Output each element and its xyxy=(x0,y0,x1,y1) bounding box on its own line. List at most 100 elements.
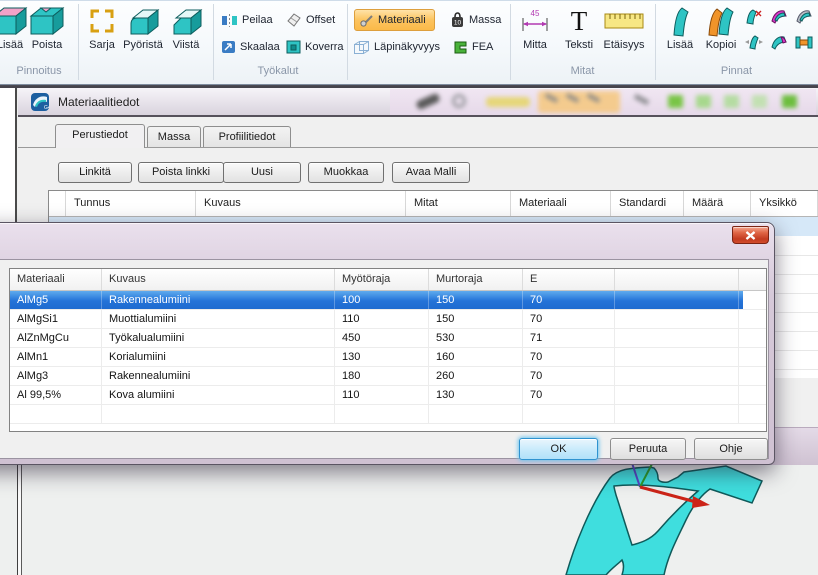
column-header-e[interactable]: E xyxy=(523,269,615,290)
cell-murtoraja: 530 xyxy=(429,329,523,347)
cell-e: 70 xyxy=(523,291,615,309)
cell-e: 71 xyxy=(523,329,615,347)
text-button[interactable]: T Teksti xyxy=(557,3,601,63)
surface-tools-row-2 xyxy=(744,33,818,51)
table-row[interactable]: AlMgSi1 Muottialumiini 110 150 70 xyxy=(10,310,766,329)
column-header-kuvaus[interactable]: Kuvaus xyxy=(102,269,335,290)
group-label-pinnat: Pinnat xyxy=(655,65,818,81)
column-header-materiaali[interactable]: Materiaali xyxy=(511,191,611,216)
cell-myotoraja: 180 xyxy=(335,367,429,385)
cell-e: 70 xyxy=(523,348,615,366)
surface-shell-icon[interactable] xyxy=(794,7,814,25)
scale-icon xyxy=(221,40,236,54)
concave-button[interactable]: Koverra xyxy=(286,37,344,57)
table-row-selected[interactable]: AlMg5 Rakennealumiini 100 150 70 xyxy=(10,291,766,310)
scale-button[interactable]: Skaalaa xyxy=(221,37,280,57)
cell-myotoraja: 110 xyxy=(335,386,429,404)
button-label: Koverra xyxy=(305,41,344,53)
open-model-button[interactable]: Avaa Malli xyxy=(392,162,470,183)
remove-coating-button[interactable]: Poista xyxy=(22,3,72,63)
link-button[interactable]: Linkitä xyxy=(58,162,132,183)
surface-shell-magenta-icon[interactable] xyxy=(769,7,789,25)
aero-glass-toolbar-reflection xyxy=(390,89,816,115)
column-header-standardi[interactable]: Standardi xyxy=(611,191,684,216)
tab-massa[interactable]: Massa xyxy=(147,126,201,147)
close-icon xyxy=(745,231,756,240)
surface-shell-2-icon[interactable] xyxy=(769,33,789,51)
column-header-tunnus[interactable]: Tunnus xyxy=(66,191,196,216)
table-row[interactable]: Al 99,5% Kova alumiini 110 130 70 xyxy=(10,386,766,405)
close-button[interactable] xyxy=(732,226,769,244)
window-edge xyxy=(0,84,818,88)
mirror-button[interactable]: Peilaa xyxy=(221,10,273,30)
surface-tools-row-1 xyxy=(744,7,818,25)
blurred-icon xyxy=(782,95,797,108)
add-surface-button[interactable]: Lisää xyxy=(660,3,700,63)
delete-surface-icon[interactable] xyxy=(744,7,764,25)
surface-icon xyxy=(660,3,700,39)
chamfer-button[interactable]: Viistä xyxy=(165,3,207,63)
column-header-myotoraja[interactable]: Myötöraja xyxy=(335,269,429,290)
table-row[interactable]: AlMn1 Korialumiini 130 160 70 xyxy=(10,348,766,367)
edit-button[interactable]: Muokkaa xyxy=(308,162,384,183)
button-label: Offset xyxy=(306,14,335,26)
cell-blank xyxy=(615,310,739,328)
material-table-header: Materiaali Kuvaus Myötöraja Murtoraja E xyxy=(10,269,766,291)
table-row-empty[interactable] xyxy=(10,405,766,424)
button-label: Kopioi xyxy=(698,39,744,51)
tab-profiilitiedot[interactable]: Profiilitiedot xyxy=(203,126,291,147)
column-header-materiaali[interactable]: Materiaali xyxy=(10,269,102,290)
move-surface-icon[interactable] xyxy=(744,33,764,51)
fea-button[interactable]: FEA xyxy=(453,37,493,57)
column-header-maara[interactable]: Määrä xyxy=(684,191,751,216)
cell-materiaali: Al 99,5% xyxy=(10,386,102,404)
table-row[interactable]: AlZnMgCu Työkalualumiini 450 530 71 xyxy=(10,329,766,348)
tab-perustiedot[interactable]: Perustiedot xyxy=(55,124,145,148)
button-label: Massa xyxy=(469,14,501,26)
chamfer-icon xyxy=(165,3,207,39)
button-label: Viistä xyxy=(165,39,207,51)
column-header-kuvaus[interactable]: Kuvaus xyxy=(196,191,406,216)
column-header-mitat[interactable]: Mitat xyxy=(406,191,511,216)
distance-button[interactable]: Etäisyys xyxy=(598,3,650,63)
table-row[interactable]: AlMg3 Rakennealumiini 180 260 70 xyxy=(10,367,766,386)
pattern-button[interactable]: Sarja xyxy=(82,3,122,63)
remove-coating-icon xyxy=(22,3,72,39)
cell-blank xyxy=(615,348,739,366)
material-table[interactable]: Materiaali Kuvaus Myötöraja Murtoraja E … xyxy=(9,268,767,432)
copy-surface-button[interactable]: Kopioi xyxy=(698,3,744,63)
cell-myotoraja: 130 xyxy=(335,348,429,366)
help-button[interactable]: Ohje xyxy=(694,438,768,460)
button-label: Lisää xyxy=(660,39,700,51)
modal-content: Materiaali Kuvaus Myötöraja Murtoraja E … xyxy=(0,259,769,459)
blurred-icon xyxy=(696,95,711,108)
cell-blank xyxy=(523,405,615,423)
remove-link-button[interactable]: Poista linkki xyxy=(138,162,224,183)
button-label: Etäisyys xyxy=(598,39,650,51)
pattern-icon xyxy=(82,3,122,39)
offset-button[interactable]: Offset xyxy=(287,10,335,30)
fillet-button[interactable]: Pyöristä xyxy=(120,3,166,63)
cell-materiaali: AlMg5 xyxy=(10,291,102,309)
column-header-yksikko[interactable]: Yksikkö xyxy=(751,191,818,216)
dimension-icon: 45 xyxy=(513,3,557,39)
new-button[interactable]: Uusi xyxy=(223,162,301,183)
ruler-icon xyxy=(598,3,650,39)
window-border-line xyxy=(21,465,22,575)
cad-part-3d-model[interactable] xyxy=(552,455,818,575)
tab-label: Profiilitiedot xyxy=(219,131,276,143)
group-label-pinnoitus: Pinnoitus xyxy=(0,65,78,81)
column-header-murtoraja[interactable]: Murtoraja xyxy=(429,269,523,290)
cancel-button[interactable]: Peruuta xyxy=(610,438,686,460)
blurred-icon xyxy=(668,95,683,108)
dialog-titlebar[interactable]: G4 Materiaalitiedot xyxy=(18,88,818,117)
transparency-button[interactable]: Läpinäkyvyys xyxy=(353,37,440,57)
g4-app-icon: G4 xyxy=(31,93,49,111)
clamp-surface-icon[interactable] xyxy=(794,33,814,51)
material-button-active[interactable]: Materiaali xyxy=(354,9,435,31)
cell-myotoraja: 450 xyxy=(335,329,429,347)
ok-button[interactable]: OK xyxy=(519,438,598,460)
mass-button[interactable]: 10 Massa xyxy=(450,10,501,30)
dimension-button[interactable]: 45 Mitta xyxy=(513,3,557,63)
tab-label: Massa xyxy=(158,131,190,143)
